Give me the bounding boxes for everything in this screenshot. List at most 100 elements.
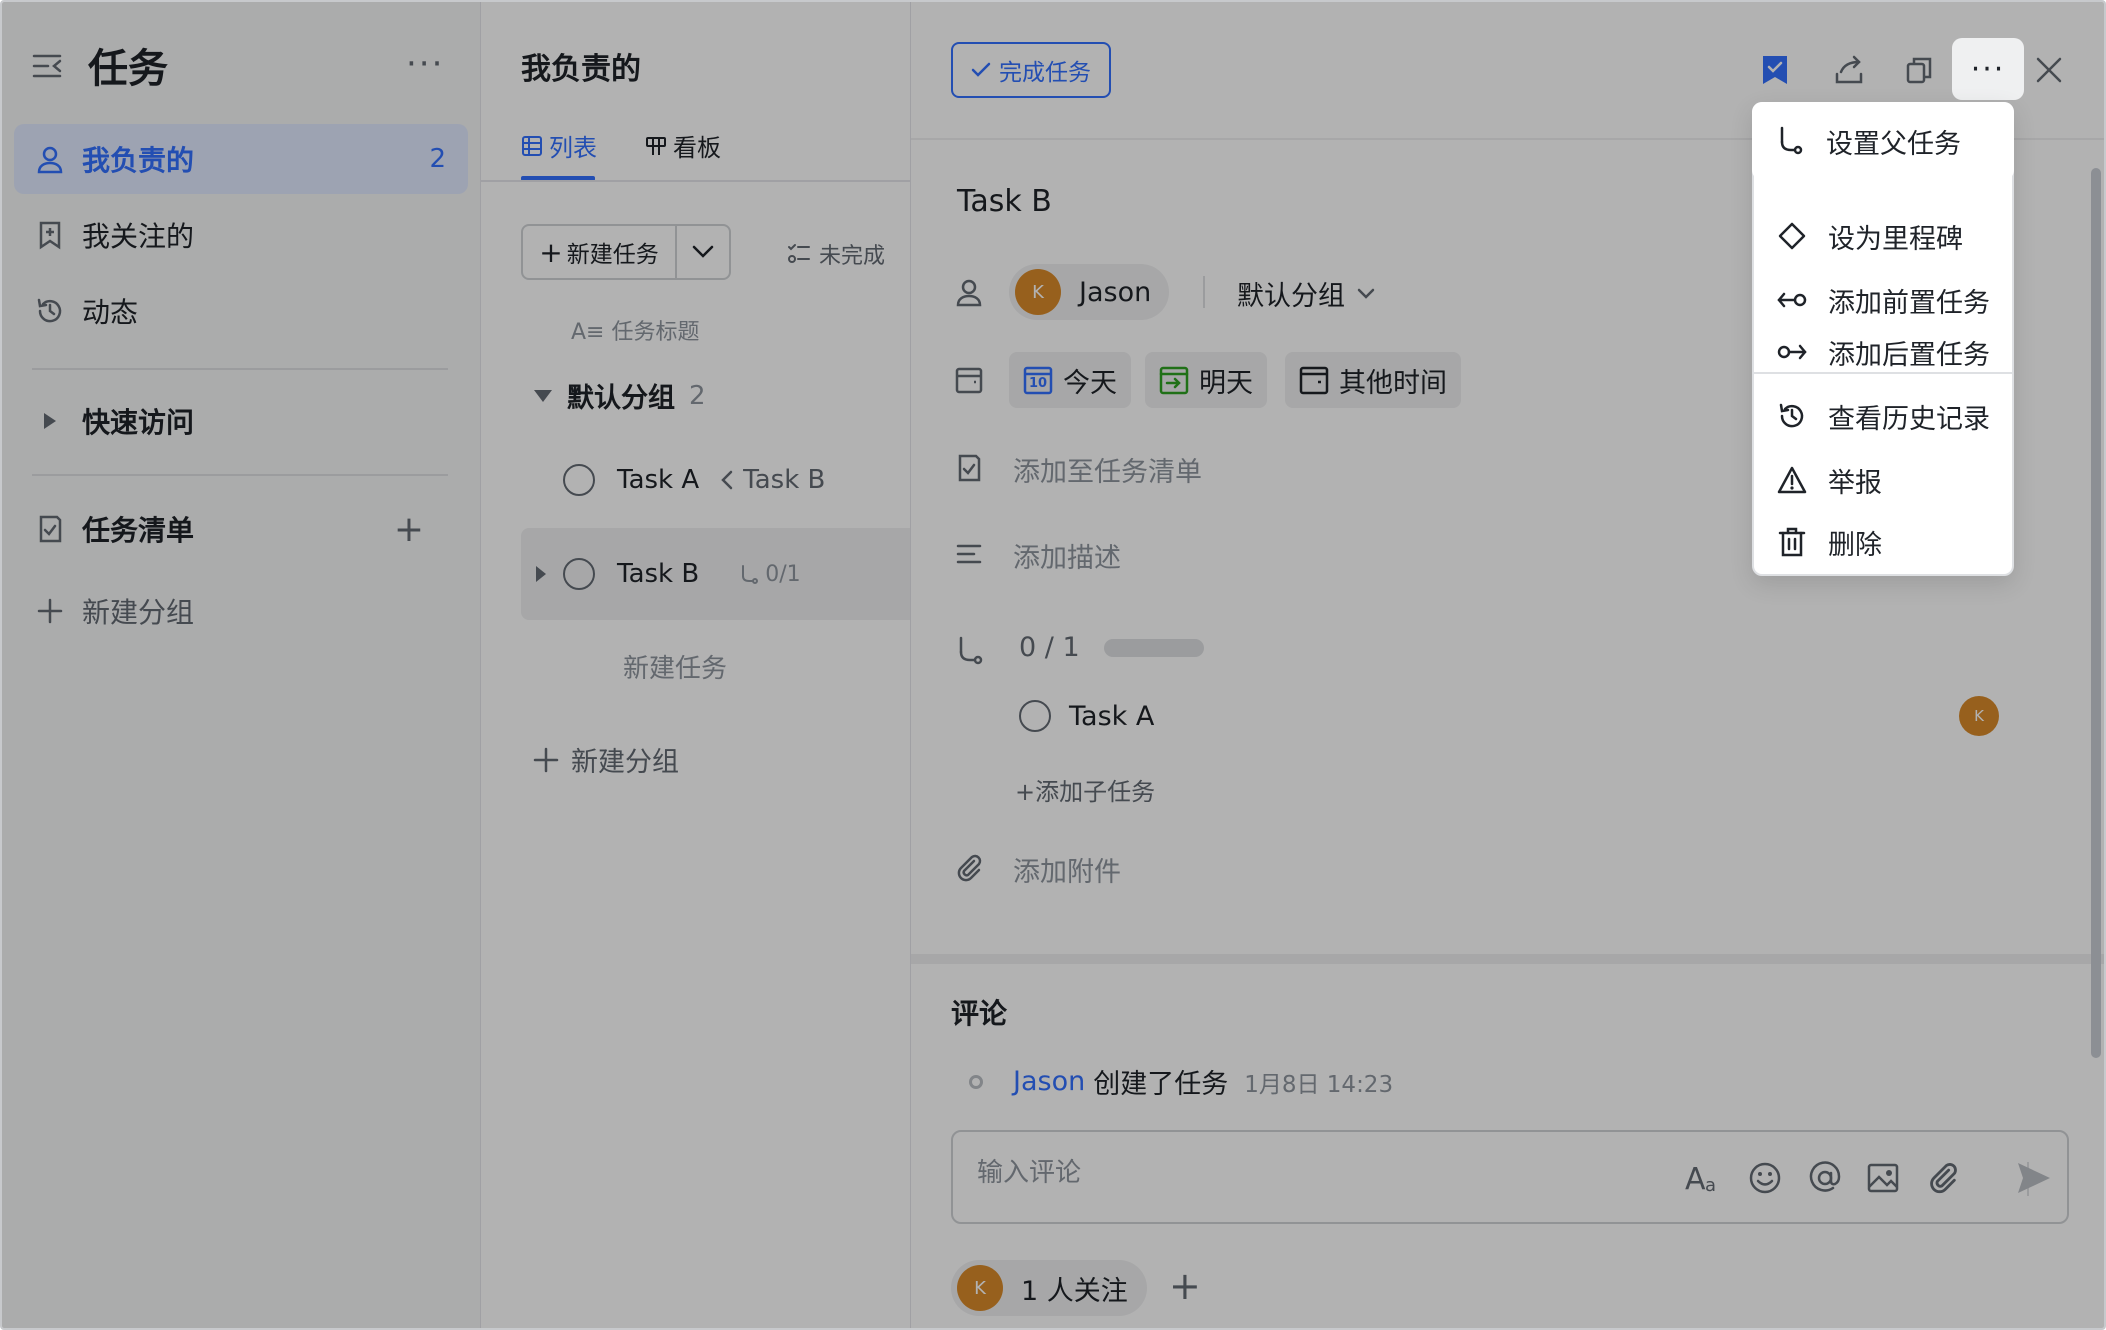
menu-divider bbox=[1754, 372, 2012, 374]
more-options-button[interactable]: ··· bbox=[1952, 38, 2024, 100]
menu-item-set-parent-task[interactable]: 设置父任务 bbox=[1752, 102, 2014, 180]
task-title[interactable]: Task B bbox=[957, 184, 1052, 219]
warning-icon bbox=[1774, 462, 1810, 498]
history-icon bbox=[32, 293, 68, 329]
menu-item-report[interactable]: 举报 bbox=[1754, 448, 2012, 512]
paperclip-icon bbox=[951, 850, 987, 886]
person-icon bbox=[32, 141, 68, 177]
plus-icon: + bbox=[539, 235, 563, 269]
sidebar-item-label: 我负责的 bbox=[82, 144, 195, 177]
activity-user[interactable]: Jason bbox=[1013, 1066, 1085, 1097]
close-icon bbox=[2036, 57, 2062, 83]
date-other-label: 其他时间 bbox=[1339, 367, 1447, 399]
share-button[interactable] bbox=[1825, 46, 1873, 94]
caret-down-icon bbox=[534, 389, 552, 402]
image-icon[interactable] bbox=[1863, 1158, 1903, 1198]
subtask-checkbox[interactable] bbox=[1019, 700, 1051, 732]
avatar: K bbox=[1015, 269, 1061, 315]
add-subtask-button[interactable]: +添加子任务 bbox=[1015, 772, 1155, 807]
tab-list[interactable]: 列表 bbox=[521, 128, 597, 163]
svg-text:a: a bbox=[1705, 1175, 1716, 1195]
subtask-count: 0/1 bbox=[739, 562, 801, 587]
sidebar-item-activity[interactable]: 动态 bbox=[14, 276, 468, 346]
menu-item-delete[interactable]: 删除 bbox=[1754, 510, 2012, 574]
task-row[interactable]: Task B 0/1 bbox=[521, 528, 911, 620]
text-field-icon: A≡ bbox=[571, 320, 605, 345]
task-checkbox[interactable] bbox=[563, 558, 595, 590]
avatar[interactable]: K bbox=[1959, 696, 1999, 736]
column-header-task-title[interactable]: A≡ 任务标题 bbox=[571, 314, 700, 346]
date-tomorrow-chip[interactable]: 明天 bbox=[1145, 352, 1267, 408]
group-select[interactable]: 默认分组 bbox=[1237, 274, 1375, 313]
successor-icon bbox=[1774, 334, 1810, 370]
app-title: 任务 bbox=[88, 46, 168, 92]
sidebar-item-label: 任务清单 bbox=[82, 514, 195, 547]
status-filter[interactable]: 未完成 bbox=[787, 238, 885, 270]
sidebar-item-count: 2 bbox=[429, 144, 446, 174]
followers-chip[interactable]: K 1 人关注 bbox=[951, 1260, 1147, 1316]
scrollbar[interactable] bbox=[2091, 168, 2101, 1058]
more-icon: ··· bbox=[1970, 51, 2006, 87]
caret-right-icon[interactable] bbox=[535, 565, 547, 583]
sidebar-item-task-lists[interactable]: 任务清单 + bbox=[14, 494, 468, 564]
menu-item-add-predecessor[interactable]: 添加前置任务 bbox=[1754, 268, 2012, 332]
filter-label: 未完成 bbox=[819, 244, 886, 269]
share-icon bbox=[1835, 55, 1863, 84]
add-to-task-list[interactable]: 添加至任务清单 bbox=[1013, 450, 1202, 489]
task-group-default[interactable]: 默认分组 2 bbox=[533, 376, 706, 415]
add-follower-icon[interactable]: + bbox=[1169, 1264, 1201, 1308]
new-task-split-button: + 新建任务 bbox=[521, 224, 731, 280]
new-task-inline[interactable]: 新建任务 bbox=[623, 648, 727, 685]
task-name: Task A bbox=[617, 465, 700, 495]
divider bbox=[1203, 276, 1205, 308]
follow-bookmark-button[interactable] bbox=[1751, 46, 1799, 94]
tab-divider bbox=[481, 180, 911, 182]
new-task-dropdown[interactable] bbox=[677, 245, 729, 259]
copy-button[interactable] bbox=[1895, 46, 1943, 94]
task-row[interactable]: Task A Task B bbox=[521, 434, 911, 526]
new-group-button[interactable]: 新建分组 bbox=[533, 740, 679, 779]
subtask-progress: 0 / 1 bbox=[1019, 632, 1204, 663]
subtask-progress-bar bbox=[1103, 638, 1204, 657]
sidebar-item-quick-access[interactable]: 快速访问 bbox=[14, 386, 468, 456]
date-other-chip[interactable]: 其他时间 bbox=[1285, 352, 1461, 408]
collapse-sidebar-icon[interactable] bbox=[30, 48, 66, 84]
date-tomorrow-label: 明天 bbox=[1199, 367, 1253, 399]
subtask-row[interactable]: Task A K bbox=[1019, 696, 1999, 736]
menu-item-add-successor[interactable]: 添加后置任务 bbox=[1754, 332, 2012, 372]
new-task-label: 新建任务 bbox=[566, 242, 659, 268]
attachment-icon[interactable] bbox=[1923, 1158, 1963, 1198]
assignee-chip[interactable]: K Jason bbox=[1009, 264, 1169, 320]
menu-item-view-history[interactable]: 查看历史记录 bbox=[1754, 384, 2012, 448]
add-task-list-icon[interactable]: + bbox=[394, 509, 424, 550]
emoji-icon[interactable] bbox=[1745, 1158, 1785, 1198]
sidebar-item-assigned-to-me[interactable]: 我负责的 2 bbox=[14, 124, 468, 194]
date-today-chip[interactable]: 10 今天 bbox=[1009, 352, 1131, 408]
subtask-icon bbox=[951, 632, 987, 668]
date-today-label: 今天 bbox=[1063, 367, 1117, 399]
sidebar-more-icon[interactable]: ··· bbox=[406, 44, 444, 84]
group-count: 2 bbox=[689, 380, 706, 411]
task-checkbox[interactable] bbox=[563, 464, 595, 496]
add-description[interactable]: 添加描述 bbox=[1013, 536, 1121, 575]
plus-icon bbox=[533, 747, 559, 772]
add-attachment[interactable]: 添加附件 bbox=[1013, 850, 1121, 889]
parent-task-name[interactable]: Task B bbox=[743, 465, 825, 495]
comment-input[interactable] bbox=[977, 1158, 1577, 1188]
sidebar-new-group[interactable]: 新建分组 bbox=[14, 576, 468, 646]
tab-kanban[interactable]: 看板 bbox=[645, 128, 721, 163]
mention-icon[interactable] bbox=[1805, 1158, 1845, 1198]
copy-icon bbox=[1906, 57, 1932, 84]
text-format-icon[interactable]: Aa bbox=[1685, 1158, 1725, 1198]
new-task-button[interactable]: + 新建任务 bbox=[523, 235, 675, 269]
task-app-window: 任务 ··· 我负责的 2 我关注的 动态 快速访问 任务清单 + 新建分组 我… bbox=[0, 0, 2106, 1330]
menu-item-set-milestone[interactable]: 设为里程碑 bbox=[1754, 204, 2012, 268]
chevron-down-icon bbox=[692, 245, 714, 258]
calendar-day-number: 10 bbox=[1028, 376, 1048, 391]
due-date-icon bbox=[951, 362, 987, 398]
close-button[interactable] bbox=[2025, 46, 2073, 94]
assignee-name: Jason bbox=[1079, 276, 1152, 308]
complete-task-button[interactable]: 完成任务 bbox=[951, 42, 1111, 98]
sidebar-item-following[interactable]: 我关注的 bbox=[14, 200, 468, 270]
send-icon[interactable] bbox=[2009, 1158, 2059, 1198]
